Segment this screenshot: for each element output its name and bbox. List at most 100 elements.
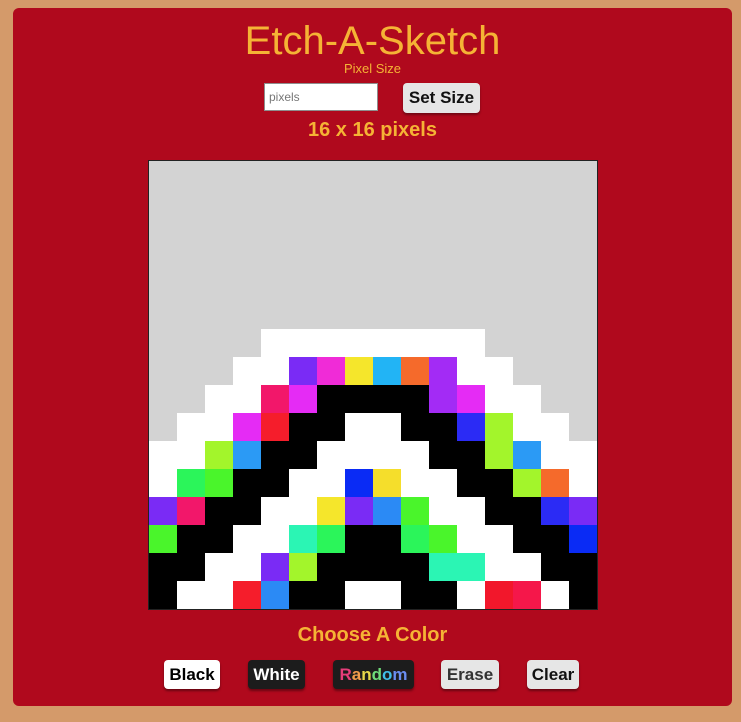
grid-cell[interactable] xyxy=(401,189,429,217)
grid-cell[interactable] xyxy=(233,161,261,189)
grid-cell[interactable] xyxy=(485,553,513,581)
grid-cell[interactable] xyxy=(261,357,289,385)
grid-cell[interactable] xyxy=(569,357,597,385)
grid-cell[interactable] xyxy=(541,553,569,581)
grid-cell[interactable] xyxy=(149,497,177,525)
grid-cell[interactable] xyxy=(317,525,345,553)
grid-cell[interactable] xyxy=(429,245,457,273)
grid-cell[interactable] xyxy=(373,385,401,413)
grid-cell[interactable] xyxy=(373,469,401,497)
grid-cell[interactable] xyxy=(317,469,345,497)
grid-cell[interactable] xyxy=(233,581,261,609)
grid-cell[interactable] xyxy=(261,581,289,609)
grid-cell[interactable] xyxy=(457,357,485,385)
grid-cell[interactable] xyxy=(261,245,289,273)
grid-cell[interactable] xyxy=(485,217,513,245)
grid-cell[interactable] xyxy=(261,469,289,497)
grid-cell[interactable] xyxy=(205,189,233,217)
grid-cell[interactable] xyxy=(457,217,485,245)
grid-cell[interactable] xyxy=(177,385,205,413)
grid-cell[interactable] xyxy=(429,301,457,329)
grid-cell[interactable] xyxy=(373,301,401,329)
grid-cell[interactable] xyxy=(177,441,205,469)
grid-cell[interactable] xyxy=(289,329,317,357)
grid-cell[interactable] xyxy=(289,301,317,329)
grid-cell[interactable] xyxy=(401,273,429,301)
grid-cell[interactable] xyxy=(429,553,457,581)
grid-cell[interactable] xyxy=(149,245,177,273)
grid-cell[interactable] xyxy=(513,497,541,525)
grid-cell[interactable] xyxy=(541,245,569,273)
white-color-button[interactable]: White xyxy=(248,660,305,689)
grid-cell[interactable] xyxy=(289,357,317,385)
grid-cell[interactable] xyxy=(457,497,485,525)
grid-cell[interactable] xyxy=(485,357,513,385)
grid-cell[interactable] xyxy=(345,441,373,469)
grid-cell[interactable] xyxy=(289,161,317,189)
grid-cell[interactable] xyxy=(401,385,429,413)
grid-cell[interactable] xyxy=(261,329,289,357)
grid-cell[interactable] xyxy=(149,161,177,189)
grid-cell[interactable] xyxy=(345,525,373,553)
grid-cell[interactable] xyxy=(149,217,177,245)
grid-cell[interactable] xyxy=(485,273,513,301)
grid-cell[interactable] xyxy=(569,273,597,301)
grid-cell[interactable] xyxy=(457,385,485,413)
grid-cell[interactable] xyxy=(541,217,569,245)
grid-cell[interactable] xyxy=(317,413,345,441)
grid-cell[interactable] xyxy=(205,497,233,525)
grid-cell[interactable] xyxy=(513,357,541,385)
grid-cell[interactable] xyxy=(317,301,345,329)
grid-cell[interactable] xyxy=(289,525,317,553)
grid-cell[interactable] xyxy=(373,413,401,441)
grid-cell[interactable] xyxy=(541,161,569,189)
grid-cell[interactable] xyxy=(205,385,233,413)
grid-cell[interactable] xyxy=(485,301,513,329)
grid-cell[interactable] xyxy=(401,413,429,441)
grid-cell[interactable] xyxy=(177,413,205,441)
grid-cell[interactable] xyxy=(485,245,513,273)
grid-cell[interactable] xyxy=(485,525,513,553)
grid-cell[interactable] xyxy=(401,553,429,581)
grid-cell[interactable] xyxy=(541,581,569,609)
grid-cell[interactable] xyxy=(289,553,317,581)
grid-cell[interactable] xyxy=(569,581,597,609)
grid-cell[interactable] xyxy=(569,441,597,469)
grid-cell[interactable] xyxy=(177,189,205,217)
grid-cell[interactable] xyxy=(205,581,233,609)
grid-cell[interactable] xyxy=(317,217,345,245)
grid-cell[interactable] xyxy=(373,525,401,553)
grid-cell[interactable] xyxy=(429,497,457,525)
grid-cell[interactable] xyxy=(401,357,429,385)
grid-cell[interactable] xyxy=(373,357,401,385)
sketch-grid[interactable] xyxy=(148,160,598,610)
grid-cell[interactable] xyxy=(485,441,513,469)
pixel-size-input[interactable] xyxy=(264,83,378,111)
grid-cell[interactable] xyxy=(513,441,541,469)
grid-cell[interactable] xyxy=(569,385,597,413)
grid-cell[interactable] xyxy=(205,357,233,385)
grid-cell[interactable] xyxy=(457,553,485,581)
grid-cell[interactable] xyxy=(485,161,513,189)
grid-cell[interactable] xyxy=(345,413,373,441)
erase-button[interactable]: Erase xyxy=(441,660,499,689)
grid-cell[interactable] xyxy=(205,553,233,581)
grid-cell[interactable] xyxy=(569,525,597,553)
grid-cell[interactable] xyxy=(177,525,205,553)
grid-cell[interactable] xyxy=(233,273,261,301)
grid-cell[interactable] xyxy=(205,245,233,273)
grid-cell[interactable] xyxy=(429,469,457,497)
grid-cell[interactable] xyxy=(429,413,457,441)
grid-cell[interactable] xyxy=(149,553,177,581)
grid-cell[interactable] xyxy=(429,329,457,357)
grid-cell[interactable] xyxy=(345,301,373,329)
grid-cell[interactable] xyxy=(233,217,261,245)
grid-cell[interactable] xyxy=(345,245,373,273)
grid-cell[interactable] xyxy=(261,497,289,525)
grid-cell[interactable] xyxy=(541,357,569,385)
set-size-button[interactable]: Set Size xyxy=(403,83,480,113)
grid-cell[interactable] xyxy=(317,497,345,525)
clear-button[interactable]: Clear xyxy=(527,660,579,689)
grid-cell[interactable] xyxy=(569,413,597,441)
grid-cell[interactable] xyxy=(345,161,373,189)
